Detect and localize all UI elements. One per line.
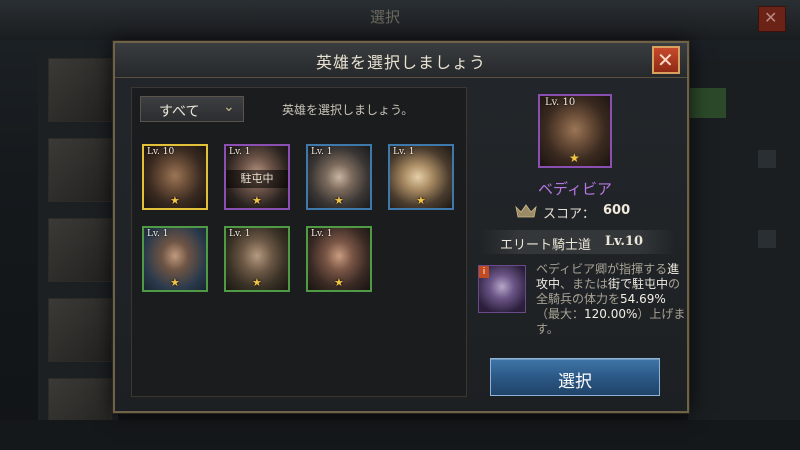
hero-level: Lv. 1 (229, 229, 251, 239)
skill-desc-text: 、または (560, 277, 609, 291)
filter-dropdown[interactable]: すべて ⌄ (140, 96, 244, 122)
star-icon: ★ (569, 151, 580, 165)
hero-level: Lv. 1 (393, 147, 415, 157)
close-button[interactable]: ✕ (652, 46, 680, 74)
background-right-column (688, 60, 800, 450)
background-card (48, 58, 112, 122)
hero-card[interactable]: Lv. 1 駐屯中 ★ (224, 144, 290, 210)
background-card (48, 298, 112, 362)
star-icon: ★ (170, 276, 180, 289)
select-button[interactable]: 選択 (490, 358, 660, 396)
hero-select-dialog: 英雄を選択しましょう ✕ すべて ⌄ 英雄を選択しましょう。 Lv. 10 ★ … (113, 41, 689, 413)
background-title: 選択 (370, 8, 401, 26)
background-top-bar: 選択 (0, 0, 800, 40)
skill-desc-highlight: 街で駐屯中 (608, 277, 669, 291)
hero-card[interactable]: Lv. 1 ★ (306, 226, 372, 292)
skill-desc-highlight: 54.69% (620, 292, 666, 306)
skill-title-bar: エリート騎士道 Lv.10 (480, 230, 676, 254)
skill-desc-highlight: 120.00% (584, 307, 638, 321)
hero-card[interactable]: Lv. 10 ★ (142, 144, 208, 210)
hero-list-panel: すべて ⌄ 英雄を選択しましょう。 Lv. 10 ★ Lv. 1 駐屯中 ★ L… (131, 87, 467, 397)
selected-hero-level: Lv. 10 (545, 97, 576, 108)
dialog-header: 英雄を選択しましょう ✕ (115, 43, 687, 78)
hero-card[interactable]: Lv. 1 ★ (224, 226, 290, 292)
background-bottom-bar (0, 420, 800, 450)
hero-level: Lv. 10 (147, 147, 175, 157)
skill-desc-text: （最大： (536, 307, 585, 321)
skill-desc-text: ベディビア卿が指揮する (536, 262, 668, 276)
close-x-icon: ✕ (657, 48, 674, 72)
hero-level: Lv. 1 (229, 147, 251, 157)
hero-level: Lv. 1 (147, 229, 169, 239)
hero-level: Lv. 1 (311, 229, 333, 239)
background-green-tile (690, 88, 726, 118)
star-icon: ★ (170, 194, 180, 207)
score-value: 600 (603, 203, 631, 218)
cavalry-skill-icon[interactable]: i (478, 265, 526, 313)
filter-dropdown-value: すべて (159, 104, 200, 120)
hero-level: Lv. 1 (311, 147, 333, 157)
hero-card[interactable]: Lv. 1 ★ (388, 144, 454, 210)
dialog-title: 英雄を選択しましょう (315, 53, 486, 72)
background-arrow-icon (758, 230, 776, 248)
star-icon: ★ (416, 194, 426, 207)
hero-card[interactable]: Lv. 1 ★ (142, 226, 208, 292)
selected-hero-name: ベディビア (538, 180, 612, 198)
crown-icon (515, 204, 537, 218)
background-arrow-icon (758, 150, 776, 168)
selected-hero-portrait: Lv. 10 ★ (538, 94, 612, 168)
hint-text: 英雄を選択しましょう。 (282, 103, 414, 117)
info-badge-icon: i (479, 266, 489, 278)
score-label: スコア： (543, 207, 596, 222)
skill-level: Lv.10 (605, 234, 644, 249)
skill-description: ベディビア卿が指揮する進攻中、または街で駐屯中の全騎兵の体力を54.69%（最大… (536, 262, 686, 337)
garrison-status-label: 駐屯中 (226, 170, 288, 188)
background-card (48, 218, 112, 282)
star-icon: ★ (334, 194, 344, 207)
select-button-label: 選択 (558, 372, 592, 392)
background-card (48, 138, 112, 202)
background-close-icon (758, 6, 786, 32)
skill-name: エリート騎士道 (500, 238, 592, 253)
star-icon: ★ (252, 194, 262, 207)
star-icon: ★ (334, 276, 344, 289)
chevron-down-icon: ⌄ (223, 99, 235, 115)
star-icon: ★ (252, 276, 262, 289)
hero-card[interactable]: Lv. 1 ★ (306, 144, 372, 210)
